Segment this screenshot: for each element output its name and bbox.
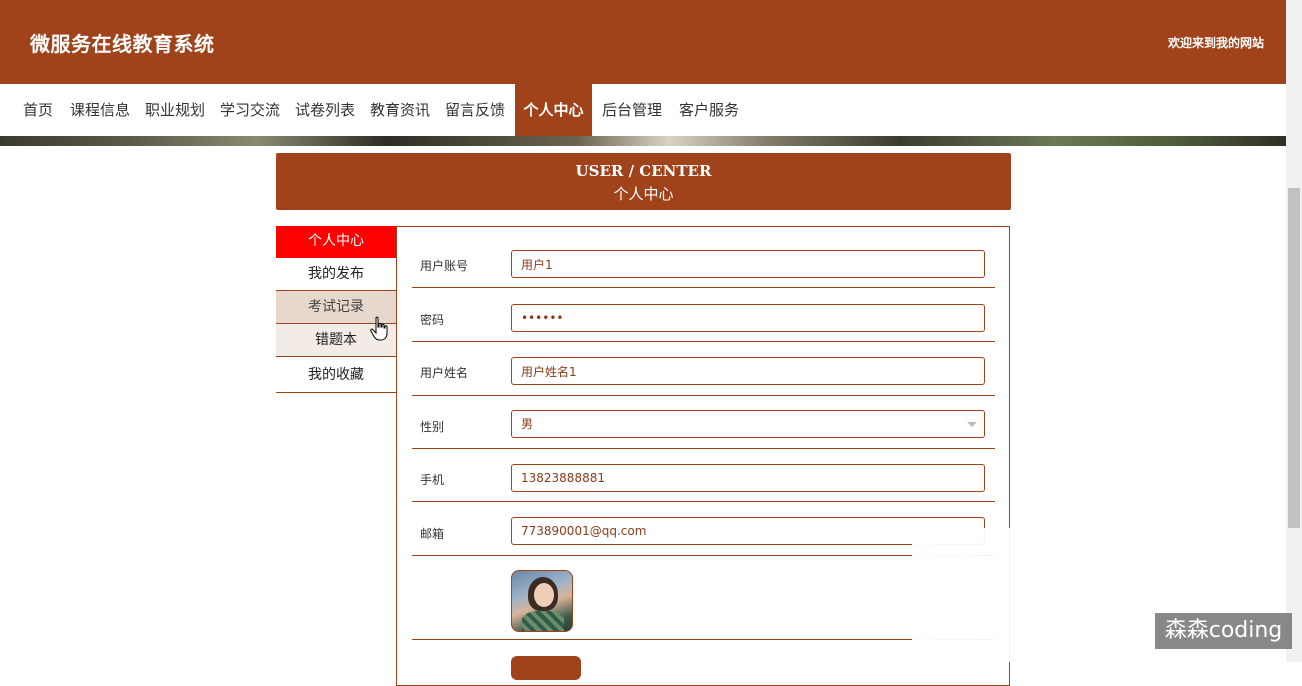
welcome-text: 欢迎来到我的网站 — [1167, 36, 1264, 50]
gender-select-value[interactable]: 男 — [511, 410, 985, 438]
phone-input[interactable] — [511, 464, 985, 492]
nav-item-home[interactable]: 首页 — [15, 84, 61, 136]
site-header: 微服务在线教育系统 欢迎来到我的网站 — [0, 0, 1286, 84]
password-input[interactable] — [511, 304, 985, 332]
nav-item-news[interactable]: 教育资讯 — [363, 84, 437, 136]
gender-label: 性别 — [420, 420, 445, 434]
nav-item-papers[interactable]: 试卷列表 — [288, 84, 362, 136]
scrollbar-thumb[interactable] — [1288, 188, 1300, 528]
form-row-phone: 手机 — [412, 449, 995, 502]
watermark-text: 森森coding — [1155, 613, 1292, 649]
submit-button[interactable] — [511, 656, 581, 680]
banner-image — [0, 136, 1286, 146]
side-item-my-posts[interactable]: 我的发布 — [276, 258, 396, 291]
password-label: 密码 — [420, 313, 445, 327]
heading-english: USER / CENTER — [575, 162, 712, 180]
nav-item-customer-service[interactable]: 客户服务 — [672, 84, 746, 136]
nav-item-study-exchange[interactable]: 学习交流 — [213, 84, 287, 136]
side-item-user-center[interactable]: 个人中心 — [276, 226, 396, 258]
form-row-password: 密码 — [412, 289, 995, 342]
nav-item-career[interactable]: 职业规划 — [138, 84, 212, 136]
form-row-name: 用户姓名 — [412, 343, 995, 396]
form-row-gender: 性别 男 — [412, 396, 995, 449]
hand-cursor-icon — [370, 316, 388, 341]
email-label: 邮箱 — [420, 527, 445, 541]
nav-item-courses[interactable]: 课程信息 — [63, 84, 137, 136]
gender-select[interactable]: 男 — [511, 410, 985, 438]
account-label: 用户账号 — [420, 259, 469, 273]
nav-item-user-center[interactable]: 个人中心 — [515, 84, 592, 136]
nav-item-feedback[interactable]: 留言反馈 — [438, 84, 512, 136]
heading-chinese: 个人中心 — [613, 185, 674, 203]
name-input[interactable] — [511, 357, 985, 385]
form-row-account: 用户账号 — [412, 235, 995, 288]
chevron-down-icon — [967, 422, 977, 427]
watermark-fade — [912, 528, 1032, 662]
account-input[interactable] — [511, 250, 985, 278]
site-title: 微服务在线教育系统 — [30, 32, 215, 56]
nav-item-admin[interactable]: 后台管理 — [595, 84, 669, 136]
main-nav: 首页 课程信息 职业规划 学习交流 试卷列表 教育资讯 留言反馈 个人中心 后台… — [0, 84, 1286, 136]
name-label: 用户姓名 — [420, 366, 469, 380]
phone-label: 手机 — [420, 473, 445, 487]
user-center-heading: USER / CENTER 个人中心 — [276, 153, 1011, 210]
form-row-avatar — [412, 587, 995, 640]
form-row-email: 邮箱 — [412, 503, 995, 556]
side-item-favorites[interactable]: 我的收藏 — [276, 358, 396, 393]
